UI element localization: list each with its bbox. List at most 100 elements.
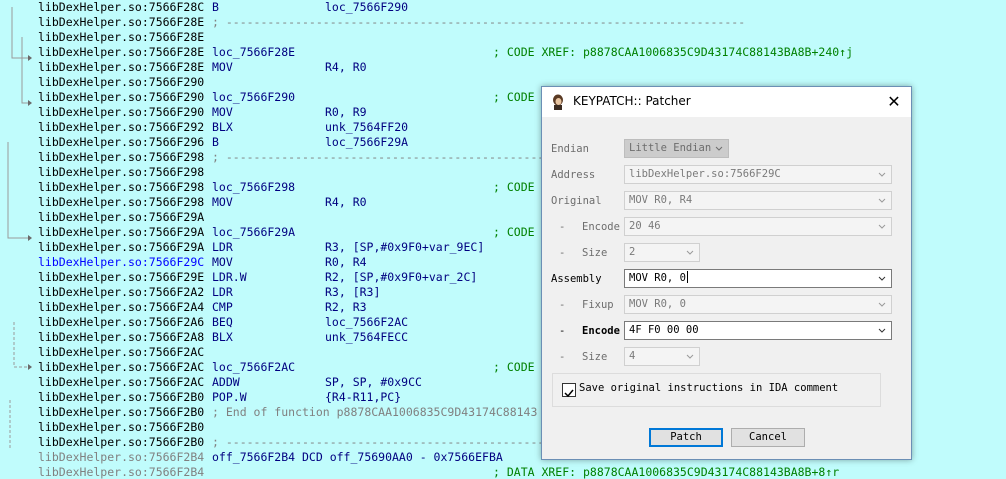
xref-comment[interactable]: ; CODE XREF: p8878CAA1006835C9D43174C881… [493,45,853,60]
encode-value: 20 46 [629,220,661,232]
xref-comment[interactable]: ; CODE [493,360,535,375]
chevron-down-icon[interactable] [876,270,888,287]
listing-address[interactable]: libDexHelper.so:7566F2B0 [38,390,204,405]
endian-select[interactable]: Little Endian [624,139,729,158]
listing-address[interactable]: libDexHelper.so:7566F29A [38,225,204,240]
assembly-input[interactable]: MOV R0, 0 [624,269,892,288]
instruction-operands[interactable]: {R4-R11,PC} [325,390,401,405]
instruction-operands[interactable]: SP, SP, #0x9CC [325,375,422,390]
instruction-operands[interactable]: R2, [SP,#0x9F0+var_2C] [325,270,477,285]
listing-address[interactable]: libDexHelper.so:7566F29A [38,210,204,225]
end-of-function-comment[interactable]: ; End of function p8878CAA1006835C9D4317… [212,405,537,420]
listing-address[interactable]: libDexHelper.so:7566F2A2 [38,285,204,300]
listing-address[interactable]: libDexHelper.so:7566F298 [38,150,204,165]
listing-address[interactable]: libDexHelper.so:7566F296 [38,135,204,150]
listing-address[interactable]: libDexHelper.so:7566F2B0 [38,435,204,450]
save-comment-checkbox[interactable] [562,383,576,398]
address-combo[interactable]: libDexHelper.so:7566F29C [624,165,892,184]
instruction-mnemonic[interactable]: MOV [212,105,233,120]
listing-address[interactable]: libDexHelper.so:7566F290 [38,90,204,105]
dialog-titlebar[interactable]: KEYPATCH:: Patcher ✕ [542,87,911,117]
instruction-mnemonic[interactable]: BLX [212,330,233,345]
encode2-combo[interactable]: 4F F0 00 00 [624,321,892,340]
instruction-mnemonic[interactable]: LDR.W [212,270,247,285]
separator-comment[interactable]: ; --------------------------------------… [212,15,745,30]
listing-address[interactable]: libDexHelper.so:7566F290 [38,75,204,90]
instruction-operands[interactable]: R3, [R3] [325,285,380,300]
listing-address[interactable]: libDexHelper.so:7566F28E [38,60,204,75]
listing-address[interactable]: libDexHelper.so:7566F2AC [38,345,204,360]
instruction-mnemonic[interactable]: MOV [212,255,233,270]
instruction-operands[interactable]: loc_7566F2AC [325,315,408,330]
instruction-mnemonic[interactable]: B [212,135,219,150]
keypatch-dialog[interactable]: KEYPATCH:: Patcher ✕ Endian Little Endia… [541,86,912,460]
instruction-mnemonic[interactable]: B [212,0,219,15]
instruction-mnemonic[interactable]: CMP [212,300,233,315]
listing-address[interactable]: libDexHelper.so:7566F2A8 [38,330,204,345]
listing-address[interactable]: libDexHelper.so:7566F2B4 [38,465,204,479]
listing-address[interactable]: libDexHelper.so:7566F292 [38,120,204,135]
original-combo[interactable]: MOV R0, R4 [624,191,892,210]
instruction-operands[interactable]: R0, R9 [325,105,367,120]
chevron-down-icon [878,224,886,229]
listing-address[interactable]: libDexHelper.so:7566F28C [38,0,204,15]
close-button[interactable]: ✕ [877,87,911,117]
fixup-combo[interactable]: MOV R0, 0 [624,295,892,314]
xref-comment[interactable]: ; CODE [493,180,535,195]
instruction-mnemonic[interactable]: LDR [212,285,233,300]
xref-comment[interactable]: ; CODE [493,225,535,240]
instruction-operands[interactable]: unk_7564FF20 [325,120,408,135]
instruction-mnemonic[interactable]: MOV [212,60,233,75]
listing-address[interactable]: libDexHelper.so:7566F29C [38,255,204,270]
xref-comment[interactable]: ; CODE [493,90,535,105]
instruction-mnemonic[interactable]: LDR [212,240,233,255]
listing-address[interactable]: libDexHelper.so:7566F2AC [38,375,204,390]
size2-value: 4 [629,350,636,362]
instruction-mnemonic[interactable]: BLX [212,120,233,135]
save-comment-label[interactable]: Save original instructions in IDA commen… [579,382,838,394]
instruction-operands[interactable]: R4, R0 [325,60,367,75]
encode2-dash: - [559,325,566,337]
listing-address[interactable]: libDexHelper.so:7566F2B4 [38,450,204,465]
code-label[interactable]: loc_7566F28E [212,45,295,60]
instruction-operands[interactable]: R3, [SP,#0x9F0+var_9EC] [325,240,484,255]
instruction-operands[interactable]: R4, R0 [325,195,367,210]
size2-combo[interactable]: 4 [624,347,700,366]
listing-address[interactable]: libDexHelper.so:7566F28E [38,15,204,30]
xref-comment[interactable]: ; DATA XREF: p8878CAA1006835C9D43174C881… [493,465,839,479]
code-label[interactable]: loc_7566F2AC [212,360,295,375]
chevron-down-icon [878,302,886,307]
listing-address[interactable]: libDexHelper.so:7566F298 [38,195,204,210]
size-combo[interactable]: 2 [624,243,700,262]
listing-address[interactable]: libDexHelper.so:7566F28E [38,30,204,45]
listing-address[interactable]: libDexHelper.so:7566F298 [38,180,204,195]
code-label[interactable]: loc_7566F29A [212,225,295,240]
instruction-mnemonic[interactable]: POP.W [212,390,247,405]
instruction-mnemonic[interactable]: MOV [212,195,233,210]
chevron-down-icon[interactable] [876,322,888,339]
listing-address[interactable]: libDexHelper.so:7566F2B0 [38,405,204,420]
instruction-operands[interactable]: unk_7564FECC [325,330,408,345]
cancel-button[interactable]: Cancel [731,428,805,447]
instruction-operands[interactable]: R0, R4 [325,255,367,270]
code-label[interactable]: loc_7566F298 [212,180,295,195]
listing-address[interactable]: libDexHelper.so:7566F2A4 [38,300,204,315]
listing-address[interactable]: libDexHelper.so:7566F2A6 [38,315,204,330]
code-label[interactable]: loc_7566F290 [212,90,295,105]
listing-address[interactable]: libDexHelper.so:7566F2B0 [38,420,204,435]
instruction-mnemonic[interactable]: ADDW [212,375,240,390]
listing-address[interactable]: libDexHelper.so:7566F29A [38,240,204,255]
encode-combo[interactable]: 20 46 [624,217,892,236]
instruction-operands[interactable]: loc_7566F29A [325,135,408,150]
instruction-operands[interactable]: loc_7566F290 [325,0,408,15]
listing-address[interactable]: libDexHelper.so:7566F28E [38,45,204,60]
listing-address[interactable]: libDexHelper.so:7566F290 [38,105,204,120]
listing-address[interactable]: libDexHelper.so:7566F29E [38,270,204,285]
endian-value: Little Endian [629,142,712,154]
data-definition[interactable]: off_7566F2B4 DCD off_75690AA0 - 0x7566EF… [212,450,503,465]
patch-button[interactable]: Patch [649,428,723,447]
instruction-mnemonic[interactable]: BEQ [212,315,233,330]
listing-address[interactable]: libDexHelper.so:7566F2AC [38,360,204,375]
instruction-operands[interactable]: R2, R3 [325,300,367,315]
listing-address[interactable]: libDexHelper.so:7566F298 [38,165,204,180]
